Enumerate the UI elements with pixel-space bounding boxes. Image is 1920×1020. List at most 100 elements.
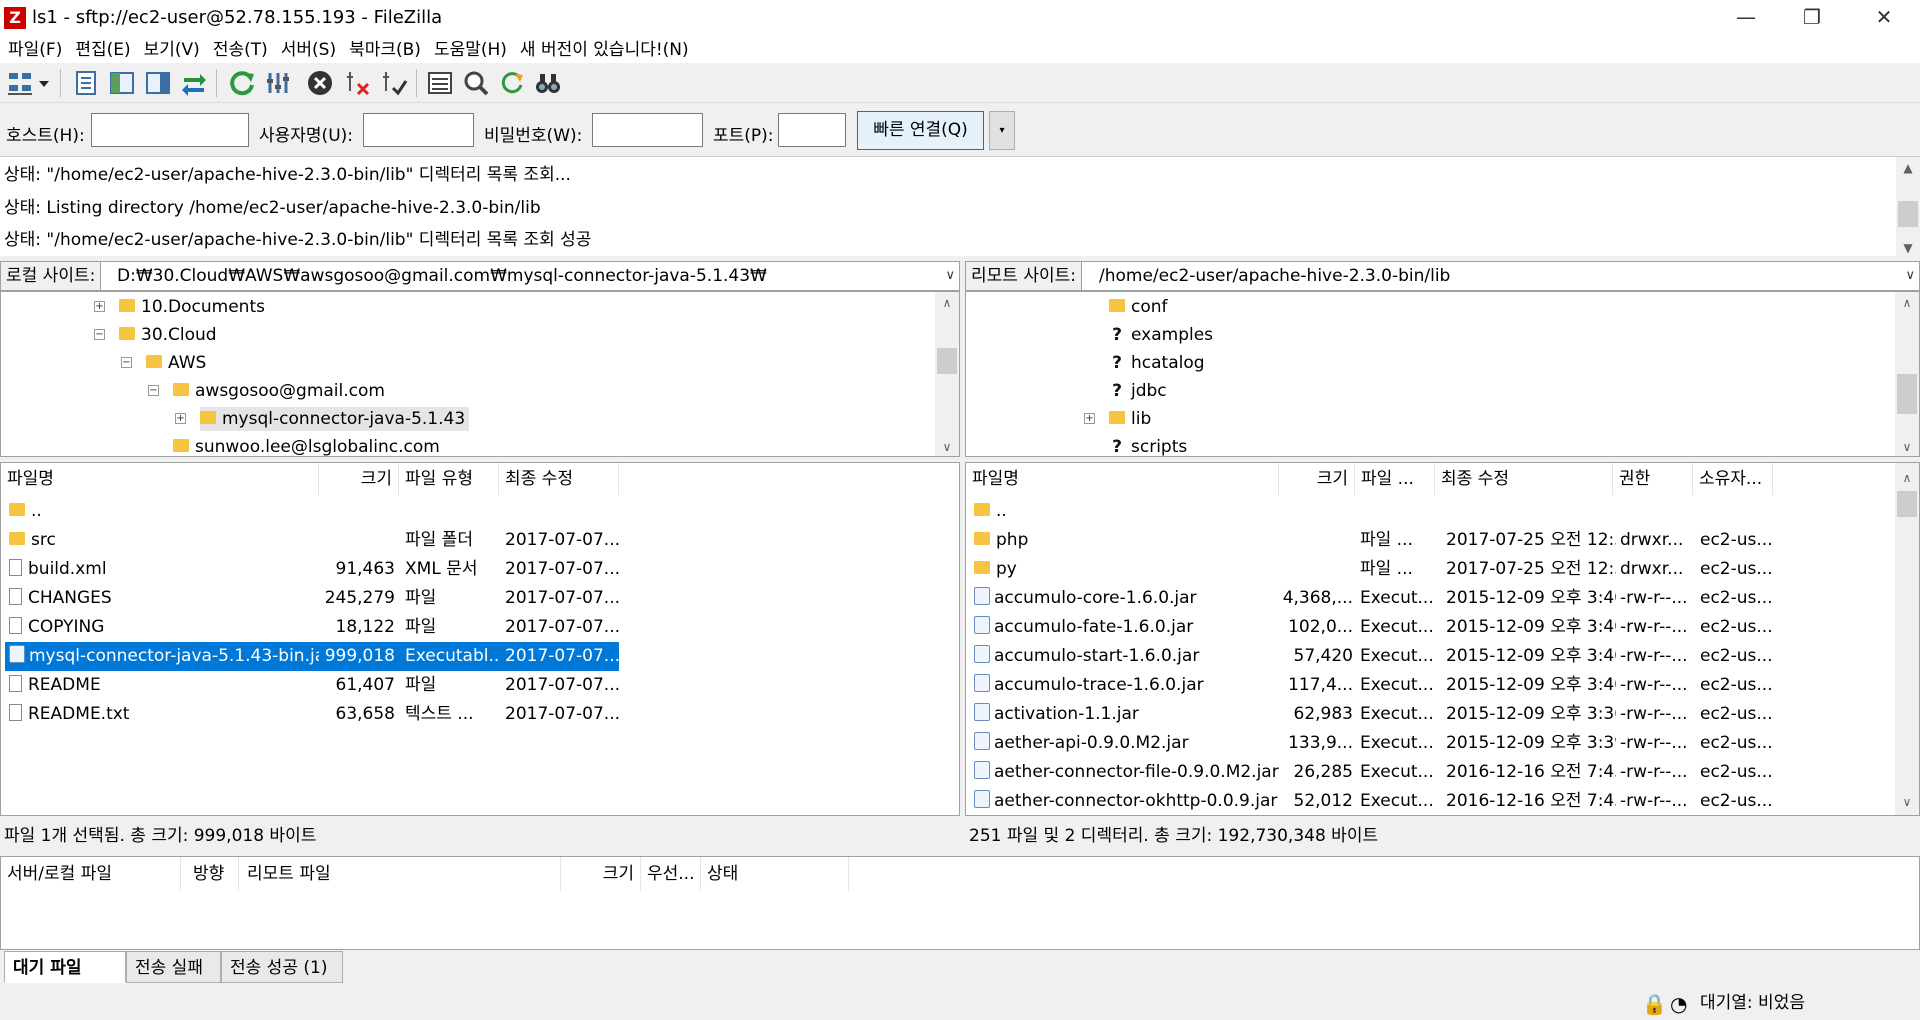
expand-icon[interactable]: + bbox=[175, 413, 186, 424]
remote-tree-scrollbar[interactable]: ∧ ∨ bbox=[1895, 292, 1919, 456]
file-row[interactable]: accumulo-start-1.6.0.jar 57,420 Execut... 2… bbox=[970, 642, 1780, 671]
search-remote-binoculars-icon[interactable] bbox=[534, 69, 562, 97]
password-input[interactable] bbox=[592, 113, 703, 147]
file-row[interactable]: aether-api-0.9.0.M2.jar 133,9... Execut...… bbox=[970, 729, 1780, 758]
sync-browsing-icon[interactable] bbox=[498, 69, 526, 97]
col-size[interactable]: 크기 bbox=[1279, 463, 1355, 495]
host-input[interactable] bbox=[91, 113, 249, 147]
menu-help[interactable]: 도움말(H) bbox=[429, 37, 512, 63]
tab-successful-transfers[interactable]: 전송 성공 (1) bbox=[221, 951, 343, 983]
remote-path-input[interactable]: /home/ec2-user/apache-hive-2.3.0-bin/lib bbox=[1099, 262, 1450, 290]
file-row[interactable]: build.xml 91,463 XML 문서 2017-07-07... bbox=[5, 555, 620, 584]
tab-queued-files[interactable]: 대기 파일 bbox=[4, 951, 126, 983]
scroll-up-icon[interactable]: ∧ bbox=[1895, 296, 1919, 310]
menu-transfer[interactable]: 전송(T) bbox=[208, 37, 273, 63]
toggle-log-icon[interactable] bbox=[72, 69, 100, 97]
remote-list-scrollbar[interactable]: ∧ ∨ bbox=[1895, 463, 1919, 815]
username-input[interactable] bbox=[363, 113, 474, 147]
port-input[interactable] bbox=[778, 113, 846, 147]
directory-filter-icon[interactable] bbox=[426, 69, 454, 97]
col-owner[interactable]: 소유자... bbox=[1693, 463, 1773, 495]
scroll-up-icon[interactable]: ∧ bbox=[1895, 471, 1919, 485]
queue-col-priority[interactable]: 우선... bbox=[641, 857, 701, 891]
quickconnect-dropdown-button[interactable]: ▾ bbox=[989, 111, 1015, 150]
tree-item-selected[interactable]: mysql-connector-java-5.1.43 bbox=[200, 407, 470, 431]
toggle-local-tree-icon[interactable] bbox=[108, 69, 136, 97]
scroll-up-icon[interactable]: ∧ bbox=[935, 296, 959, 310]
file-row[interactable]: CHANGES 245,279 파일 2017-07-07... bbox=[5, 584, 620, 613]
file-row-selected[interactable]: mysql-connector-java-5.1.43-bin.jar 999,0… bbox=[5, 642, 620, 671]
menu-view[interactable]: 보기(V) bbox=[139, 37, 205, 63]
queue-col-local-file[interactable]: 서버/로컬 파일 bbox=[1, 857, 181, 891]
tree-item[interactable]: AWS bbox=[146, 351, 206, 375]
col-type[interactable]: 파일 ... bbox=[1355, 463, 1435, 495]
tree-item[interactable]: ? jdbc bbox=[1109, 379, 1167, 403]
local-path-input[interactable]: D:₩30.Cloud₩AWS₩awsgosoo@gmail.com₩mysql… bbox=[117, 262, 767, 290]
queue-col-status[interactable]: 상태 bbox=[701, 857, 849, 891]
log-scrollbar[interactable]: ▲ ▼ bbox=[1896, 157, 1920, 257]
queue-col-direction[interactable]: 방향 bbox=[187, 857, 239, 891]
close-button[interactable]: ✕ bbox=[1848, 0, 1920, 37]
scroll-thumb[interactable] bbox=[1897, 491, 1917, 517]
queue-col-size[interactable]: 크기 bbox=[561, 857, 641, 891]
tree-item[interactable]: ? examples bbox=[1109, 323, 1213, 347]
file-row[interactable]: .. bbox=[970, 497, 1780, 526]
tree-item[interactable]: conf bbox=[1109, 295, 1168, 319]
file-row[interactable]: README 61,407 파일 2017-07-07... bbox=[5, 671, 620, 700]
file-row[interactable]: accumulo-core-1.6.0.jar 4,368,... Execut..… bbox=[970, 584, 1780, 613]
file-row[interactable]: accumulo-trace-1.6.0.jar 117,4... Execut..… bbox=[970, 671, 1780, 700]
cancel-icon[interactable] bbox=[306, 69, 334, 97]
file-row[interactable]: src 파일 폴더 2017-07-07... bbox=[5, 526, 620, 555]
site-manager-icon[interactable] bbox=[6, 69, 34, 97]
file-row[interactable]: accumulo-fate-1.6.0.jar 102,0... Execut...… bbox=[970, 613, 1780, 642]
tree-item[interactable]: awsgosoo@gmail.com bbox=[173, 379, 385, 403]
minimize-button[interactable]: — bbox=[1710, 0, 1782, 37]
tree-item[interactable]: ? scripts bbox=[1109, 435, 1187, 456]
queue-col-remote-file[interactable]: 리모트 파일 bbox=[241, 857, 561, 891]
tree-item[interactable]: ? hcatalog bbox=[1109, 351, 1204, 375]
restore-button[interactable]: ❐ bbox=[1776, 0, 1848, 37]
col-size[interactable]: 크기 bbox=[319, 463, 399, 495]
tree-item[interactable]: 10.Documents bbox=[119, 295, 265, 319]
scroll-thumb[interactable] bbox=[937, 348, 957, 374]
menu-bookmarks[interactable]: 북마크(B) bbox=[344, 37, 426, 63]
process-queue-icon[interactable] bbox=[264, 69, 292, 97]
tab-failed-transfers[interactable]: 전송 실패 bbox=[126, 951, 221, 983]
collapse-icon[interactable]: − bbox=[148, 385, 159, 396]
speed-limit-icon[interactable]: ◔ bbox=[1670, 992, 1687, 1016]
file-row[interactable]: COPYING 18,122 파일 2017-07-07... bbox=[5, 613, 620, 642]
chevron-down-icon[interactable]: ∨ bbox=[1905, 262, 1915, 290]
col-modified[interactable]: 최종 수정 bbox=[1435, 463, 1613, 495]
file-row[interactable]: aether-connector-file-0.9.0.M2.jar 26,285… bbox=[970, 758, 1780, 787]
col-modified[interactable]: 최종 수정 bbox=[499, 463, 619, 495]
tree-item[interactable]: sunwoo.lee@lsglobalinc.com bbox=[173, 435, 440, 456]
toggle-remote-tree-icon[interactable] bbox=[144, 69, 172, 97]
scroll-down-icon[interactable]: ∨ bbox=[935, 440, 959, 454]
menu-new-version[interactable]: 새 버전이 있습니다!(N) bbox=[515, 37, 694, 63]
scroll-down-icon[interactable]: ∨ bbox=[1895, 440, 1919, 454]
site-manager-dropdown-icon[interactable] bbox=[36, 69, 52, 97]
scroll-up-icon[interactable]: ▲ bbox=[1896, 161, 1920, 175]
scroll-thumb[interactable] bbox=[1898, 201, 1918, 227]
collapse-icon[interactable]: − bbox=[94, 329, 105, 340]
scroll-down-icon[interactable]: ▼ bbox=[1896, 241, 1920, 255]
menu-file[interactable]: 파일(F) bbox=[3, 37, 67, 63]
col-filename[interactable]: 파일명 bbox=[1, 463, 319, 495]
toggle-queue-icon[interactable] bbox=[180, 69, 208, 97]
chevron-down-icon[interactable]: ∨ bbox=[945, 262, 955, 290]
compare-directories-icon[interactable] bbox=[462, 69, 490, 97]
disconnect-icon[interactable] bbox=[344, 69, 372, 97]
file-row[interactable]: php 파일 ... 2017-07-25 오전 12:56...drwxr... e… bbox=[970, 526, 1780, 555]
expand-icon[interactable]: + bbox=[94, 301, 105, 312]
reconnect-icon[interactable] bbox=[380, 69, 408, 97]
file-row[interactable]: activation-1.1.jar 62,983 Execut... 2015-12… bbox=[970, 700, 1780, 729]
col-permissions[interactable]: 권한 bbox=[1613, 463, 1693, 495]
refresh-icon[interactable] bbox=[228, 69, 256, 97]
local-tree-scrollbar[interactable]: ∧ ∨ bbox=[935, 292, 959, 456]
collapse-icon[interactable]: − bbox=[121, 357, 132, 368]
tree-item[interactable]: 30.Cloud bbox=[119, 323, 217, 347]
col-filename[interactable]: 파일명 bbox=[966, 463, 1279, 495]
file-row[interactable]: README.txt 63,658 텍스트 ... 2017-07-07... bbox=[5, 700, 620, 729]
quickconnect-button[interactable]: 빠른 연결(Q) bbox=[857, 111, 984, 150]
scroll-thumb[interactable] bbox=[1897, 374, 1917, 414]
